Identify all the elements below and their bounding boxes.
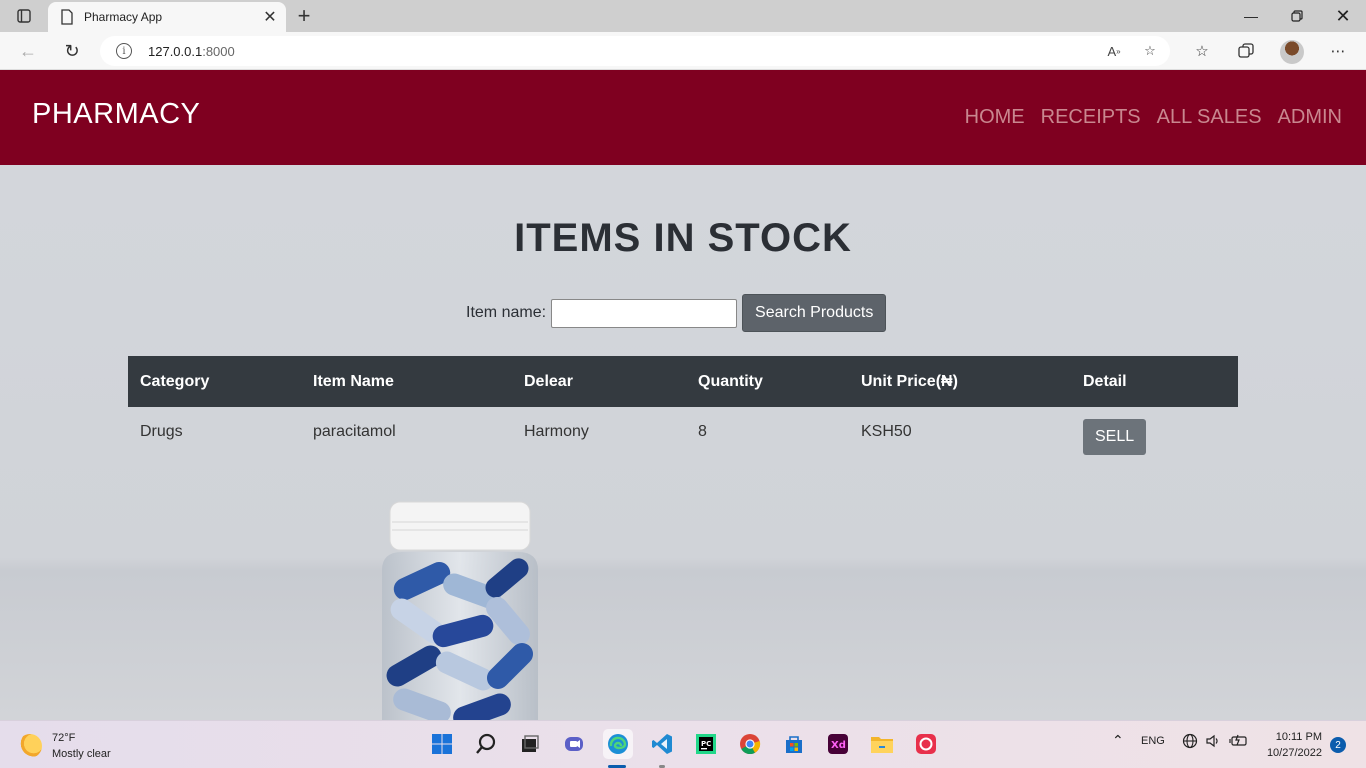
collections-icon[interactable] [1234, 39, 1258, 63]
browser-tab[interactable]: Pharmacy App ✕ [48, 2, 286, 32]
page-icon [61, 9, 73, 25]
nav-home[interactable]: HOME [965, 106, 1025, 129]
svg-text:Xd: Xd [831, 740, 846, 751]
close-window-icon[interactable]: ✕ [1320, 0, 1366, 32]
site-menu: HOME RECEIPTS ALL SALES ADMIN [965, 106, 1342, 129]
search-form: Item name: Search Products [466, 294, 887, 332]
column-header-dealer: Delear [524, 372, 573, 390]
restore-icon[interactable] [1274, 0, 1320, 32]
notification-badge[interactable]: 2 [1330, 737, 1346, 753]
browser-tab-bar: Pharmacy App ✕ + — ✕ [0, 0, 1366, 32]
battery-icon[interactable] [1229, 733, 1249, 752]
site-info-icon[interactable]: i [116, 43, 132, 59]
nav-admin[interactable]: ADMIN [1278, 106, 1342, 129]
column-header-unit-price: Unit Price(₦) [861, 372, 958, 390]
item-name-input[interactable] [551, 298, 738, 328]
site-navbar: PHARMACY HOME RECEIPTS ALL SALES ADMIN [0, 70, 1366, 165]
search-products-button[interactable]: Search Products [742, 294, 887, 332]
weather-temperature: 72°F [52, 732, 76, 744]
column-header-item-name: Item Name [313, 372, 394, 390]
back-icon[interactable]: ← [16, 39, 40, 63]
sell-button[interactable]: SELL [1083, 419, 1147, 455]
weather-moon-icon [18, 734, 42, 758]
store-icon[interactable] [779, 729, 809, 759]
task-view-icon[interactable] [515, 729, 545, 759]
edge-app-icon[interactable] [603, 729, 633, 759]
weather-widget[interactable]: 72°F Mostly clear [18, 730, 111, 762]
clock-time: 10:11 PM [1275, 731, 1322, 743]
page-title: ITEMS IN STOCK [514, 216, 852, 260]
cell-unit-price: KSH50 [861, 423, 912, 440]
nav-all-sales[interactable]: ALL SALES [1157, 106, 1262, 129]
column-header-category: Category [140, 372, 210, 390]
chevron-up-icon[interactable]: ⌃ [1112, 732, 1124, 749]
language-indicator[interactable]: ENG [1141, 735, 1165, 747]
start-icon[interactable] [427, 729, 457, 759]
svg-text:PC: PC [701, 740, 711, 748]
close-tab-icon[interactable]: ✕ [258, 5, 282, 29]
add-favorite-icon[interactable]: ☆ [1140, 41, 1160, 61]
cell-detail: SELL [1071, 407, 1238, 457]
weather-condition: Mostly clear [52, 748, 111, 760]
refresh-icon[interactable]: ↻ [60, 39, 84, 63]
cell-dealer: Harmony [524, 423, 589, 440]
profile-avatar[interactable] [1280, 40, 1304, 64]
column-header-quantity: Quantity [698, 372, 763, 390]
web-page: PHARMACY HOME RECEIPTS ALL SALES ADMIN I… [0, 70, 1366, 720]
pycharm-icon[interactable]: PC [691, 729, 721, 759]
search-label: Item name: [466, 304, 547, 321]
tab-title: Pharmacy App [84, 10, 163, 24]
adobe-xd-icon[interactable]: Xd [823, 729, 853, 759]
browser-toolbar: ← ↻ i 127.0.0.1:8000 A» ☆ ☆ ⋯ [0, 32, 1366, 70]
read-aloud-icon[interactable]: A» [1104, 41, 1124, 61]
tab-actions-icon[interactable] [12, 7, 36, 25]
search-icon[interactable] [471, 729, 501, 759]
column-header-detail: Detail [1083, 372, 1127, 390]
teams-chat-icon[interactable] [559, 729, 589, 759]
network-icon[interactable] [1182, 733, 1198, 752]
system-clock[interactable]: 10:11 PM 10/27/2022 [1267, 729, 1322, 761]
taskbar: 72°F Mostly clear PC Xd ⌃ ENG 10:11 PM 1… [0, 720, 1366, 768]
chrome-icon[interactable] [735, 729, 765, 759]
favorites-icon[interactable]: ☆ [1190, 39, 1214, 63]
file-explorer-icon[interactable] [867, 729, 897, 759]
nav-receipts[interactable]: RECEIPTS [1041, 106, 1141, 129]
volume-icon[interactable] [1205, 733, 1221, 752]
table-row: Drugs paracitamol Harmony 8 KSH50 SELL [128, 407, 1238, 457]
creative-cloud-icon[interactable] [911, 729, 941, 759]
url-text: 127.0.0.1:8000 [148, 43, 235, 59]
stock-table: Category Item Name Delear Quantity Unit … [128, 356, 1238, 457]
cell-quantity: 8 [698, 423, 707, 440]
more-menu-icon[interactable]: ⋯ [1326, 39, 1350, 63]
site-brand[interactable]: PHARMACY [32, 98, 200, 131]
clock-date: 10/27/2022 [1266, 747, 1322, 759]
vscode-icon[interactable] [647, 729, 677, 759]
new-tab-icon[interactable]: + [292, 3, 316, 28]
table-header-row: Category Item Name Delear Quantity Unit … [128, 356, 1238, 407]
pill-jar-image [382, 501, 538, 720]
minimize-icon[interactable]: — [1228, 0, 1274, 32]
cell-category: Drugs [140, 423, 183, 440]
address-bar[interactable]: i 127.0.0.1:8000 A» ☆ [100, 36, 1170, 66]
cell-item-name: paracitamol [313, 423, 396, 440]
